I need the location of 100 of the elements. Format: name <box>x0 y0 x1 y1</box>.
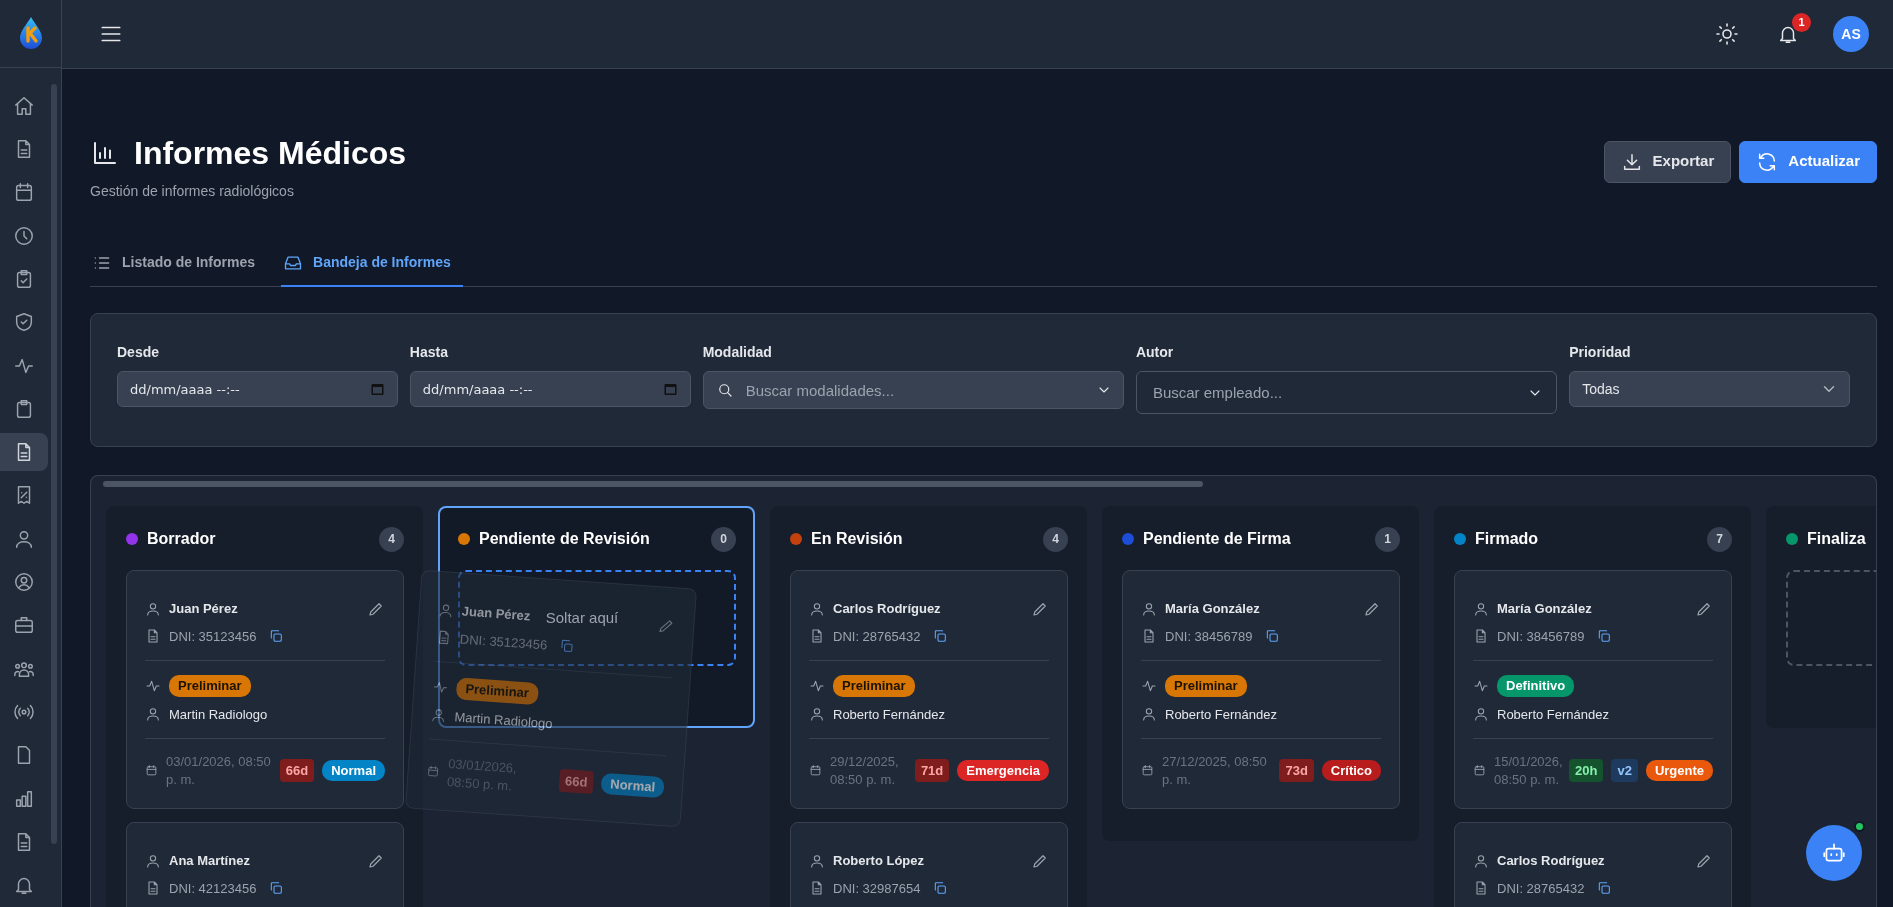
scrollbar[interactable] <box>103 481 1203 487</box>
copy-button[interactable] <box>1596 628 1613 645</box>
count-badge: 7 <box>1707 526 1732 552</box>
column-title: Borrador <box>147 529 217 549</box>
priority-badge: Urgente <box>1645 759 1713 782</box>
copy-button[interactable] <box>268 880 285 897</box>
patient-id: DNI: 28765432 <box>833 627 921 646</box>
copy-button[interactable] <box>932 880 949 897</box>
user-icon <box>145 706 161 723</box>
priority-badge: Crítico <box>1321 759 1381 782</box>
copy-icon <box>932 628 949 645</box>
author-name: Roberto Fernández <box>1165 705 1277 724</box>
author-name: Martin Radiologo <box>169 705 268 724</box>
filter-label: Hasta <box>409 343 449 362</box>
tab[interactable]: Listado de Informes <box>90 240 258 287</box>
patient-id: DNI: 28765432 <box>1497 879 1585 898</box>
copy-button[interactable] <box>268 628 285 645</box>
user-icon <box>1473 706 1489 723</box>
calendar-icon <box>370 382 384 396</box>
report-card[interactable]: Juan Pérez DNI: 35123456 Preliminar Martin Radiologo 03/01/2026, 08:50 p. m. 66d Normal <box>126 570 404 810</box>
priority-badge: Normal <box>600 772 665 799</box>
report-date: 29/12/2025, 08:50 p. m. <box>830 753 900 789</box>
calendar-icon <box>1473 764 1486 778</box>
report-card[interactable]: María González DNI: 38456789 Preliminar Roberto Fernández 27/12/2025, 08:50 p. m. 73d Crítico <box>1122 570 1400 810</box>
user-icon <box>809 852 825 869</box>
user-icon <box>809 600 825 617</box>
filter-label: Prioridad <box>1569 343 1632 362</box>
patient-name: María González <box>1165 600 1261 618</box>
report-card[interactable]: Ana Martínez DNI: 42123456 <box>126 822 404 907</box>
report-date: 15/01/2026, 08:50 p. m. <box>1494 753 1561 789</box>
count-badge: 1 <box>1375 526 1400 552</box>
author-name: Roberto Fernández <box>833 705 945 724</box>
document-icon <box>145 880 161 897</box>
drop-zone-label: Soltar aquí <box>545 607 619 628</box>
report-card[interactable]: Carlos Rodríguez DNI: 28765432 Preliminar Roberto Fernández 29/12/2025, 08:50 p. m. 71d Emergencia <box>790 570 1068 810</box>
patient-name: Ana Martínez <box>169 852 251 871</box>
report-date: 27/12/2025, 08:50 p. m. <box>1162 753 1268 789</box>
status-badge: Preliminar <box>833 675 915 697</box>
author-name: Roberto Fernández <box>1497 705 1609 724</box>
refresh-button[interactable]: Actualizar <box>1739 140 1877 183</box>
calendar-icon <box>13 181 35 204</box>
status-badge: Preliminar <box>455 677 539 705</box>
copy-icon <box>932 880 949 897</box>
calendar-icon <box>145 764 158 778</box>
calendar-icon <box>426 764 441 779</box>
copy-button[interactable] <box>1264 628 1281 645</box>
copy-icon <box>268 628 285 645</box>
date-field[interactable]: dd/mm/aaaa --:-- <box>409 371 691 407</box>
search-field[interactable]: Buscar modalidades... <box>702 371 1124 409</box>
copy-icon <box>1596 880 1613 897</box>
copy-button[interactable] <box>558 637 576 655</box>
count-badge: 4 <box>1043 526 1068 552</box>
patient-id: DNI: 38456789 <box>1497 627 1585 646</box>
sidebar-item[interactable] <box>0 433 48 471</box>
document-icon <box>1473 628 1489 645</box>
copy-icon <box>1264 628 1281 645</box>
patient-id: DNI: 32987654 <box>833 879 921 898</box>
user-avatar[interactable]: AS <box>1833 16 1869 52</box>
tab[interactable]: Bandeja de Informes <box>281 240 463 287</box>
logo-icon <box>17 16 44 51</box>
count-badge: 0 <box>711 526 736 552</box>
copy-button[interactable] <box>1596 880 1613 897</box>
user-icon <box>145 852 161 869</box>
filter-label: Modalidad <box>702 343 773 362</box>
status-badge: Preliminar <box>169 675 251 697</box>
patient-name: Carlos Rodríguez <box>1497 852 1606 871</box>
age-badge: 66d <box>558 768 595 795</box>
export-button[interactable]: Exportar <box>1603 140 1732 183</box>
report-card[interactable]: Roberto López DNI: 32987654 <box>790 822 1068 907</box>
online-dot <box>1854 821 1865 832</box>
user-icon <box>809 706 825 723</box>
patient-id: DNI: 38456789 <box>1165 627 1253 646</box>
patient-id: DNI: 35123456 <box>169 627 257 646</box>
date-field[interactable]: dd/mm/aaaa --:-- <box>117 371 398 407</box>
column-title: Finaliza <box>1807 529 1867 549</box>
copy-button[interactable] <box>932 628 949 645</box>
age-badge: 66d <box>279 758 315 783</box>
clock-icon <box>13 224 35 247</box>
status-badge: Definitivo <box>1497 675 1575 697</box>
calendar-icon <box>663 382 677 396</box>
status-badge: Preliminar <box>1165 675 1247 697</box>
select-field[interactable]: Todas <box>1569 371 1850 407</box>
user-icon <box>145 600 161 617</box>
combo-field[interactable]: Buscar empleado... <box>1135 371 1558 414</box>
calendar-icon <box>809 764 822 778</box>
copy-icon <box>268 880 285 897</box>
column-title: Firmado <box>1475 529 1540 549</box>
filter-label: Desde <box>117 343 161 362</box>
user-circle-icon <box>13 571 35 594</box>
document-icon <box>809 880 825 897</box>
priority-badge: Normal <box>322 759 385 782</box>
copy-icon <box>1596 628 1613 645</box>
user-icon <box>1473 852 1489 869</box>
user-icon <box>1141 706 1157 723</box>
patient-id: DNI: 35123456 <box>459 630 548 655</box>
patient-name: Juan Pérez <box>461 602 532 626</box>
home-icon <box>13 94 35 117</box>
document-icon <box>145 628 161 645</box>
version-badge: v2 <box>1611 758 1638 783</box>
report-card[interactable]: Carlos Rodríguez DNI: 28765432 <box>1454 822 1732 907</box>
